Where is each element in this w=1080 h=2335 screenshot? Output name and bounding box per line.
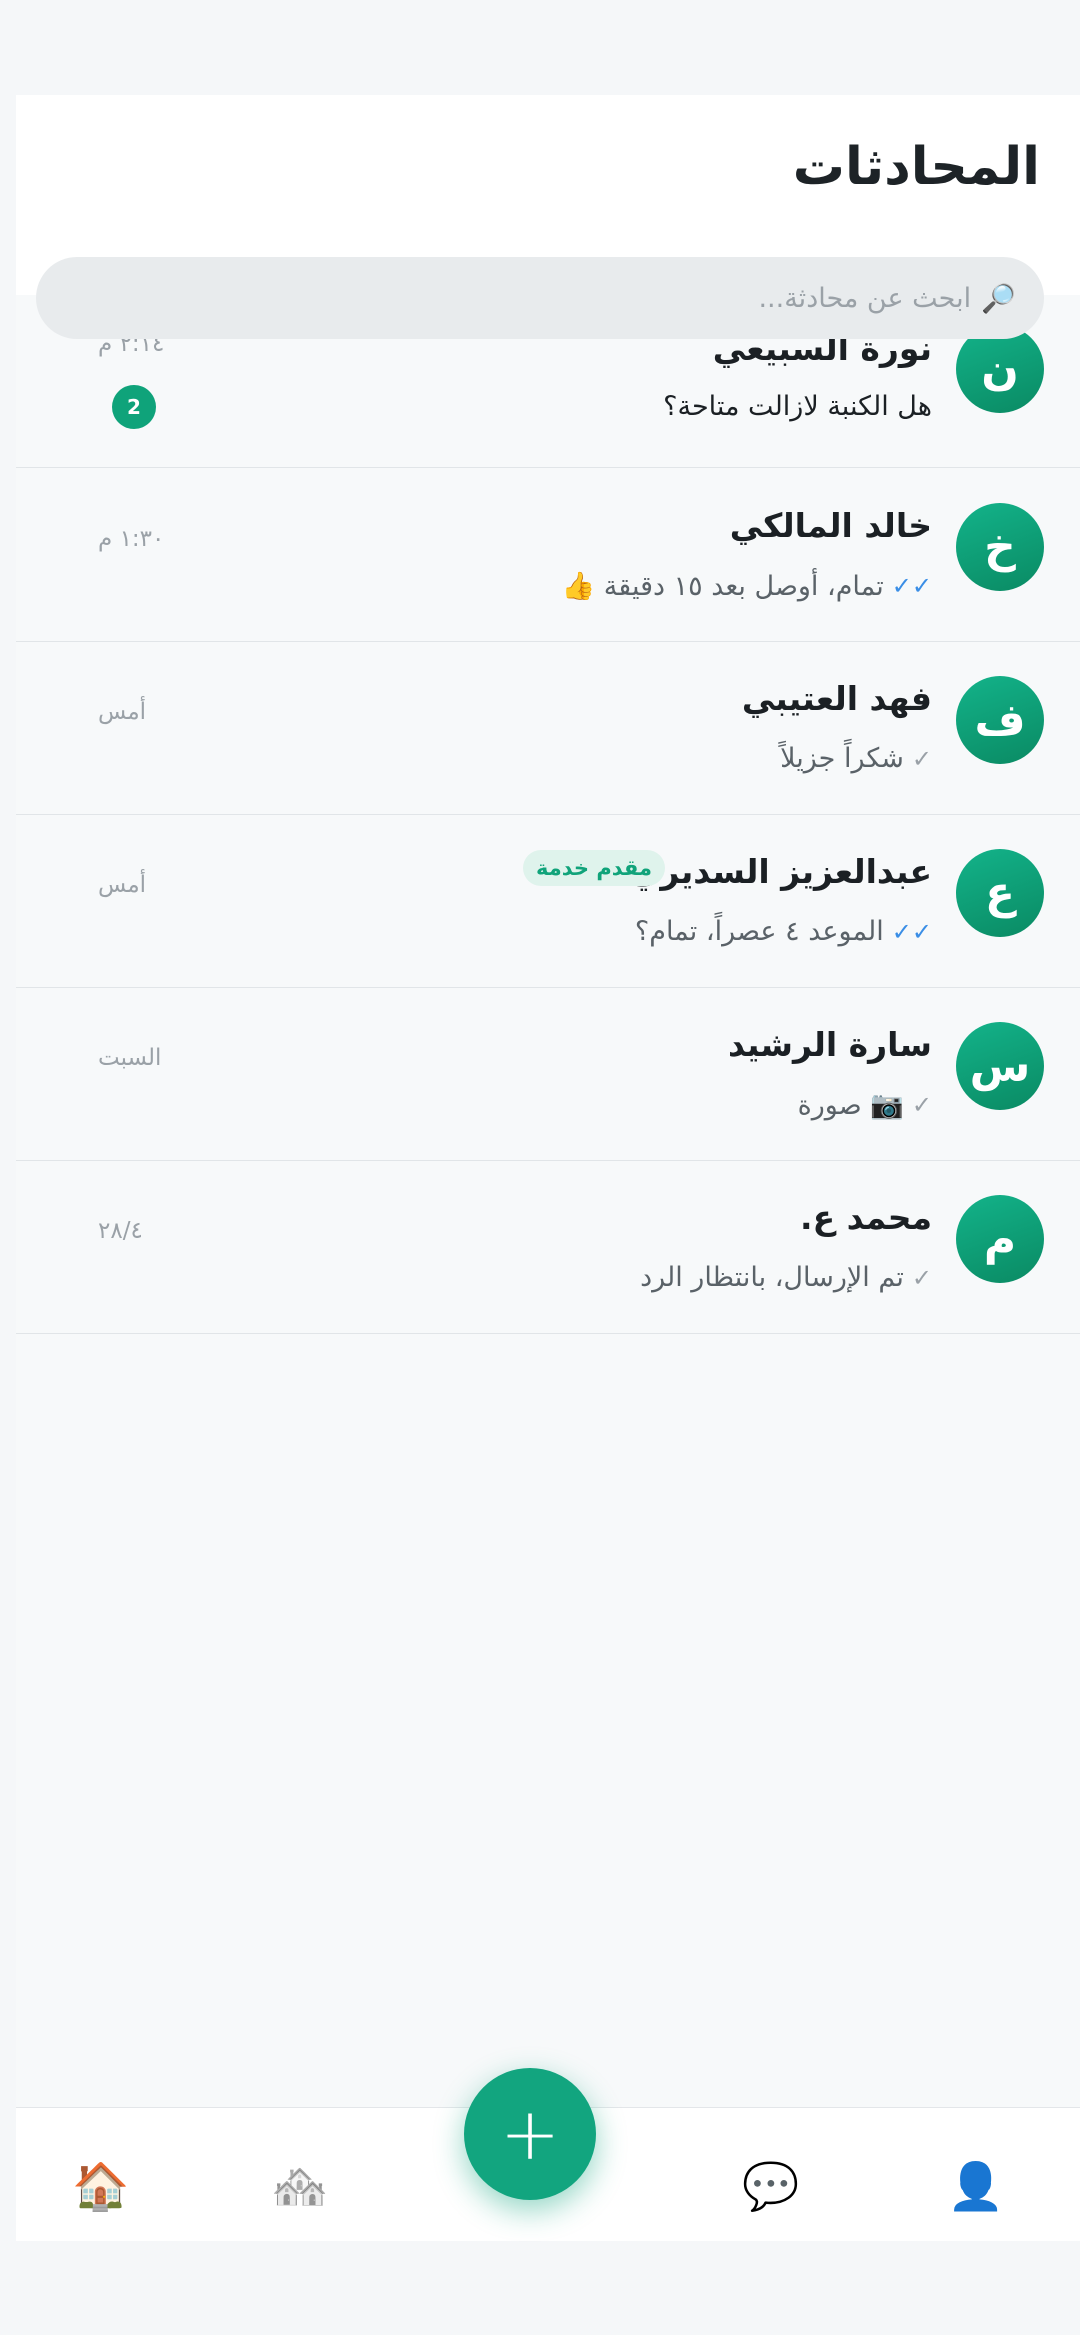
chat-row[interactable]: م محمد ع. ✓ تم الإرسال، بانتظار الرد ٢٨/… bbox=[16, 1160, 1080, 1334]
message-preview: ✓ 📷 صورة bbox=[798, 1089, 932, 1121]
timestamp: ٢٨/٤ bbox=[98, 1218, 143, 1244]
message-preview: ✓✓ تمام، أوصل بعد ١٥ دقيقة 👍 bbox=[562, 570, 932, 602]
sent-tick-icon: ✓ bbox=[911, 1091, 932, 1119]
unread-count-badge: 2 bbox=[112, 385, 156, 429]
listings-icon[interactable]: 🏘️ bbox=[270, 2156, 330, 2216]
chats-screen: المحادثات 🔎 ابحث عن محادثة... ن نورة الس… bbox=[16, 95, 1080, 2241]
preview-text: تمام، أوصل بعد ١٥ دقيقة 👍 bbox=[561, 571, 884, 602]
preview-text: تم الإرسال، بانتظار الرد bbox=[640, 1262, 904, 1293]
timestamp: ١:٣٠ م bbox=[98, 526, 165, 552]
avatar: خ bbox=[956, 503, 1044, 591]
bottom-nav: 🏠 🏘️ + 💬 👤 bbox=[16, 2068, 1080, 2241]
add-button[interactable]: + bbox=[464, 2068, 596, 2200]
avatar: م bbox=[956, 1195, 1044, 1283]
profile-icon[interactable]: 👤 bbox=[946, 2156, 1006, 2216]
contact-name: عبدالعزيز السديري bbox=[630, 852, 932, 891]
preview-text: 📷 صورة bbox=[797, 1090, 904, 1121]
avatar: ف bbox=[956, 676, 1044, 764]
chat-row[interactable]: س سارة الرشيد ✓ 📷 صورة السبت bbox=[16, 987, 1080, 1161]
search-icon: 🔎 bbox=[981, 281, 1016, 315]
timestamp: أمس bbox=[98, 699, 147, 725]
avatar: س bbox=[956, 1022, 1044, 1110]
chat-icon[interactable]: 💬 bbox=[741, 2156, 801, 2216]
page-title: المحادثات bbox=[792, 137, 1040, 197]
chat-row[interactable]: خ خالد المالكي ✓✓ تمام، أوصل بعد ١٥ دقيق… bbox=[16, 468, 1080, 642]
message-preview: ✓ تم الإرسال، بانتظار الرد bbox=[640, 1262, 932, 1293]
service-provider-badge: مقدم خدمة bbox=[523, 850, 665, 886]
contact-name: فهد العتيبي bbox=[741, 679, 932, 718]
message-preview: ✓✓ الموعد ٤ عصراً، تمام؟ bbox=[635, 916, 932, 947]
message-preview: هل الكنبة لازالت متاحة؟ bbox=[663, 391, 932, 422]
contact-name: خالد المالكي bbox=[729, 506, 932, 545]
read-receipt-icon: ✓✓ bbox=[891, 917, 932, 946]
preview-text: شكراً جزيلاً bbox=[780, 743, 904, 774]
timestamp: أمس bbox=[98, 872, 147, 898]
search-input[interactable]: 🔎 ابحث عن محادثة... bbox=[36, 257, 1044, 339]
home-icon[interactable]: 🏠 bbox=[71, 2156, 131, 2216]
sent-tick-icon: ✓ bbox=[911, 1263, 932, 1292]
contact-name: محمد ع. bbox=[800, 1198, 932, 1237]
message-preview: ✓ شكراً جزيلاً bbox=[780, 743, 932, 774]
sent-tick-icon: ✓ bbox=[911, 744, 932, 773]
chat-row[interactable]: ف فهد العتيبي ✓ شكراً جزيلاً أمس bbox=[16, 641, 1080, 815]
search-placeholder: ابحث عن محادثة... bbox=[758, 282, 972, 314]
preview-text: هل الكنبة لازالت متاحة؟ bbox=[663, 391, 932, 422]
preview-text: الموعد ٤ عصراً، تمام؟ bbox=[634, 916, 884, 947]
contact-name: سارة الرشيد bbox=[727, 1025, 932, 1064]
read-receipt-icon: ✓✓ bbox=[891, 572, 932, 600]
timestamp: السبت bbox=[98, 1045, 162, 1071]
avatar: ع bbox=[956, 849, 1044, 937]
chat-row[interactable]: ع عبدالعزيز السديري مقدم خدمة ✓✓ الموعد … bbox=[16, 814, 1080, 988]
